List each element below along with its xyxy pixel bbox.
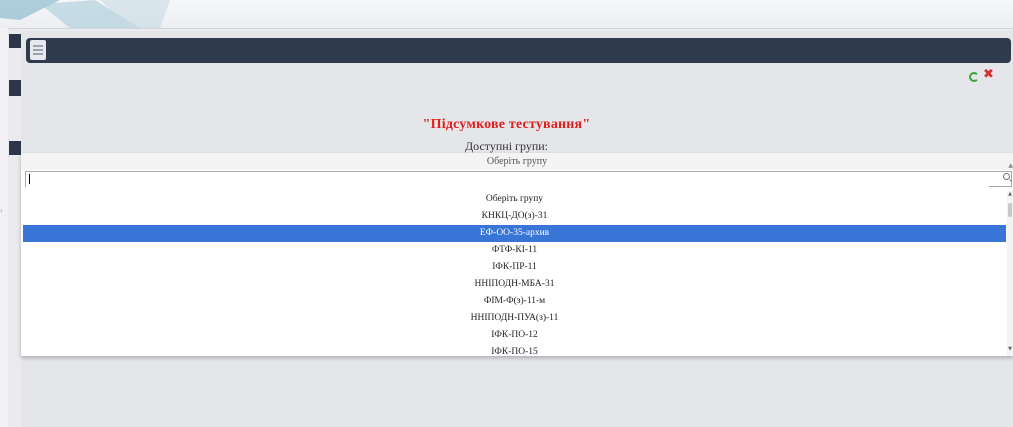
- group-option[interactable]: ФТФ-КІ-11: [23, 242, 1006, 259]
- group-option[interactable]: ЕФ-ОО-35-архив: [23, 225, 1006, 242]
- group-option[interactable]: ІФК-ПР-11: [23, 259, 1006, 276]
- scroll-up-icon[interactable]: ▲: [1007, 191, 1013, 197]
- sidebar-collapse-arrow[interactable]: ›: [0, 207, 4, 215]
- scrollbar-thumb[interactable]: [1008, 203, 1012, 217]
- group-search-input[interactable]: [26, 176, 989, 189]
- page-title: "Підсумкове тестування": [422, 117, 591, 132]
- top-window-strip: [0, 0, 1013, 29]
- close-icon[interactable]: ✖: [983, 67, 994, 82]
- scrollbar[interactable]: ▲ ▼: [1007, 191, 1013, 356]
- left-sidebar: [0, 28, 8, 427]
- scroll-down-icon[interactable]: ▼: [1007, 346, 1013, 352]
- group-select-value: Оберіть групу: [486, 156, 548, 167]
- sidebar-marker[interactable]: [9, 34, 21, 48]
- group-option[interactable]: ННІПОДН-ПУА(з)-11: [23, 310, 1006, 327]
- menu-icon[interactable]: [30, 40, 46, 60]
- sidebar-marker[interactable]: [9, 80, 21, 96]
- group-option[interactable]: ІФК-ПО-15: [23, 344, 1006, 356]
- available-groups-label: Доступні групи:: [464, 139, 548, 153]
- group-option[interactable]: ІФК-ПО-12: [23, 327, 1006, 344]
- text-caret: [29, 174, 30, 184]
- top-decoration: [0, 0, 170, 28]
- group-options-list[interactable]: Оберіть групу КНКЦ-ДО(з)-31 ЕФ-ОО-35-архив…: [23, 191, 1006, 356]
- group-option[interactable]: ННІПОДН-МБА-31: [23, 276, 1006, 293]
- group-select-current[interactable]: Оберіть групу ▲: [21, 153, 1013, 170]
- group-option[interactable]: ФІМ-Ф(з)-11-м: [23, 293, 1006, 310]
- panel-header-bar: [26, 38, 1011, 63]
- group-option[interactable]: Оберіть групу: [23, 191, 1006, 208]
- group-option[interactable]: КНКЦ-ДО(з)-31: [23, 208, 1006, 225]
- refresh-icon[interactable]: [969, 72, 979, 82]
- group-search-box[interactable]: [25, 171, 1012, 189]
- search-icon: [1003, 173, 1010, 180]
- group-select-dropdown[interactable]: Оберіть групу ▲ Оберіть групу КНКЦ-ДО(з)-…: [21, 153, 1013, 356]
